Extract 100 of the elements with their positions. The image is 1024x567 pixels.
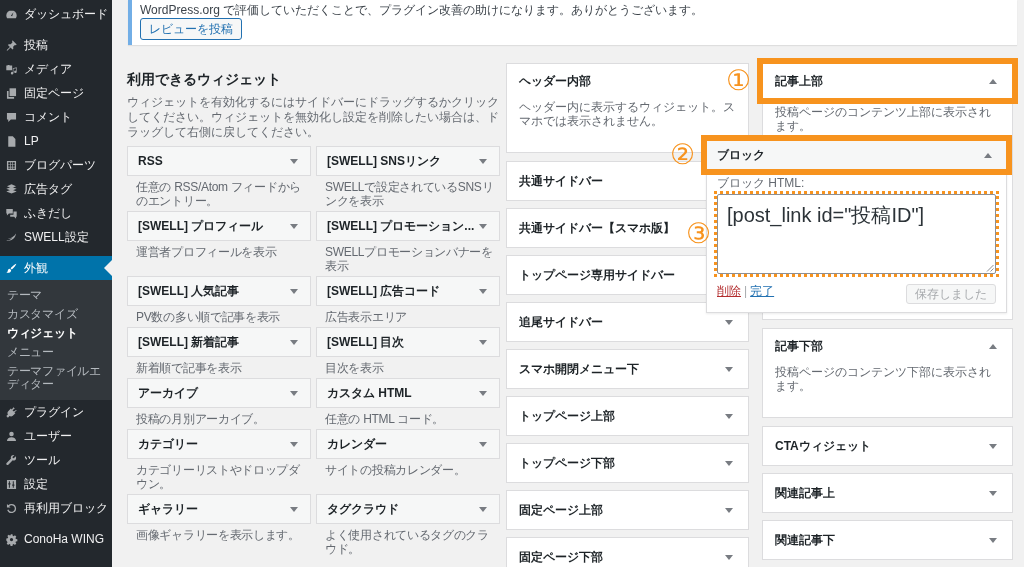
menu-item[interactable]: ツール xyxy=(0,448,112,472)
field-label: ブロック HTML: xyxy=(717,177,806,190)
caret-down-icon xyxy=(290,158,298,164)
menu-item[interactable]: ConoHa WING xyxy=(0,527,112,551)
available-widget[interactable]: ギャラリー xyxy=(127,494,311,524)
caret-down-icon xyxy=(290,223,298,229)
speech-bubbles-icon xyxy=(5,206,18,220)
available-widget[interactable]: [SWELL] 人気記事 xyxy=(127,276,311,306)
widget-description: PV数の多い順で記事を表示 xyxy=(135,309,282,326)
menu-item[interactable]: ふきだし xyxy=(0,201,112,225)
widget-area-title[interactable]: 関連記事下 xyxy=(775,531,835,549)
document-icon xyxy=(5,134,18,148)
widget-area-description: 投稿ページのコンテンツ下部に表示されます。 xyxy=(774,364,992,393)
caret-down-icon xyxy=(479,158,487,164)
html-textarea[interactable]: [post_link id="投稿ID"] xyxy=(717,194,996,274)
menu-item[interactable]: ユーザー xyxy=(0,424,112,448)
menu-item[interactable]: SWELL設定 xyxy=(0,225,112,249)
caret-down-icon xyxy=(479,288,487,294)
available-widget[interactable]: [SWELL] プロモーション... xyxy=(316,211,500,241)
step-number: ③ xyxy=(685,221,711,247)
menu-item[interactable]: 広告タグ xyxy=(0,177,112,201)
widget-area-description: ヘッダー内に表示するウィジェット。スマホでは表示されません。 xyxy=(518,99,736,128)
available-widget[interactable]: [SWELL] 広告コード xyxy=(316,276,500,306)
submenu-item[interactable]: カスタマイズ xyxy=(0,305,112,324)
widget-area-title[interactable]: トップページ専用サイドバー xyxy=(519,266,675,284)
section-title: 利用できるウィジェット xyxy=(127,71,282,88)
person-icon xyxy=(5,429,18,443)
widget-area-description: 投稿ページのコンテンツ上部に表示されます。 xyxy=(774,104,992,133)
available-widget[interactable]: カスタム HTML xyxy=(316,378,500,408)
widget-area-title[interactable]: 関連記事上 xyxy=(775,484,835,502)
widget-area-title[interactable]: 記事上部 xyxy=(775,72,823,90)
widget-area-title[interactable]: 固定ページ下部 xyxy=(519,548,603,566)
caret-down-icon xyxy=(479,223,487,229)
menu-item[interactable]: 設定 xyxy=(0,472,112,496)
stacked-pages-icon xyxy=(5,86,18,100)
menu-item[interactable]: 固定ページ xyxy=(0,81,112,105)
resize-grip-icon xyxy=(986,264,994,272)
gear-icon xyxy=(5,532,18,546)
widget-area-title[interactable]: 追尾サイドバー xyxy=(519,313,603,331)
widget-area-title[interactable]: スマホ開閉メニュー下 xyxy=(519,360,639,378)
submenu-item[interactable]: メニュー xyxy=(0,343,112,362)
menu-item[interactable]: ダッシュボード xyxy=(0,2,112,26)
speech-bubble-icon xyxy=(5,110,18,124)
widget-area-title[interactable]: 共通サイドバー【スマホ版】 xyxy=(519,219,675,237)
link-separator: | xyxy=(744,284,748,298)
plug-icon xyxy=(5,405,18,419)
submenu-item[interactable]: テーマファイルエディター xyxy=(0,362,112,394)
step-number: ① xyxy=(725,68,751,94)
current-pointer-icon xyxy=(104,260,112,276)
available-widget[interactable]: カレンダー xyxy=(316,429,500,459)
widget-area-title[interactable]: 記事下部 xyxy=(775,337,823,355)
widget-description: 目次を表示 xyxy=(324,360,385,377)
caret-down-icon xyxy=(290,288,298,294)
available-widget[interactable]: アーカイブ xyxy=(127,378,311,408)
caret-down-icon xyxy=(479,390,487,396)
caret-down-icon xyxy=(479,441,487,447)
pushpin-icon xyxy=(5,38,18,52)
caret-down-icon xyxy=(479,339,487,345)
widget-area-title[interactable]: CTAウィジェット xyxy=(775,437,871,455)
widget-area-title[interactable]: トップページ上部 xyxy=(519,407,615,425)
menu-item[interactable]: ブログパーツ xyxy=(0,153,112,177)
available-widget[interactable]: [SWELL] 目次 xyxy=(316,327,500,357)
caret-down-icon xyxy=(479,506,487,512)
widget-description: 投稿の月別アーカイブ。 xyxy=(135,411,266,428)
available-widget[interactable]: RSS xyxy=(127,146,311,176)
menu-item[interactable]: 再利用ブロック xyxy=(0,496,112,520)
widget-description: SWELLプロモーションバナーを表示 xyxy=(324,244,494,275)
menu-item[interactable]: プラグイン xyxy=(0,400,112,424)
widget-description: 任意の HTML コード。 xyxy=(324,411,445,428)
layers-icon xyxy=(5,182,18,196)
available-widget[interactable]: カテゴリー xyxy=(127,429,311,459)
widget-area-title[interactable]: ヘッダー内部 xyxy=(519,72,591,90)
widget-description: 新着順で記事を表示 xyxy=(135,360,243,377)
menu-item[interactable]: メディア xyxy=(0,57,112,81)
widget-area-title[interactable]: トップページ下部 xyxy=(519,454,615,472)
circular-arrow-icon xyxy=(5,501,18,515)
delete-link[interactable]: 削除 xyxy=(717,284,741,298)
available-widget[interactable]: [SWELL] 新着記事 xyxy=(127,327,311,357)
menu-item[interactable]: LP xyxy=(0,129,112,153)
available-widget[interactable]: タグクラウド xyxy=(316,494,500,524)
step-number: ② xyxy=(669,142,695,168)
widget-description: サイトの投稿カレンダー。 xyxy=(324,462,467,479)
widget-description: 任意の RSS/Atom フィードからのエントリー。 xyxy=(135,179,302,210)
paintbrush-icon xyxy=(5,261,18,275)
widget-header[interactable]: ブロック xyxy=(707,141,1006,169)
submenu-item[interactable]: テーマ xyxy=(0,286,112,305)
widget-description: 運営者プロフィールを表示 xyxy=(135,244,278,261)
menu-item[interactable]: 外観 xyxy=(0,256,112,280)
widget-description: よく使用されているタグのクラウド。 xyxy=(324,527,490,558)
done-link[interactable]: 完了 xyxy=(750,284,775,298)
widget-area-title[interactable]: 固定ページ上部 xyxy=(519,501,603,519)
review-button[interactable]: レビューを投稿 xyxy=(140,18,242,40)
caret-down-icon xyxy=(290,506,298,512)
submenu-item[interactable]: ウィジェット xyxy=(0,324,112,343)
available-widget[interactable]: [SWELL] SNSリンク xyxy=(316,146,500,176)
widget-description: SWELLで設定されているSNSリンクを表示 xyxy=(324,179,495,210)
menu-item[interactable]: 投稿 xyxy=(0,33,112,57)
menu-item[interactable]: コメント xyxy=(0,105,112,129)
widget-area-title[interactable]: 共通サイドバー xyxy=(519,172,603,190)
available-widget[interactable]: [SWELL] プロフィール xyxy=(127,211,311,241)
